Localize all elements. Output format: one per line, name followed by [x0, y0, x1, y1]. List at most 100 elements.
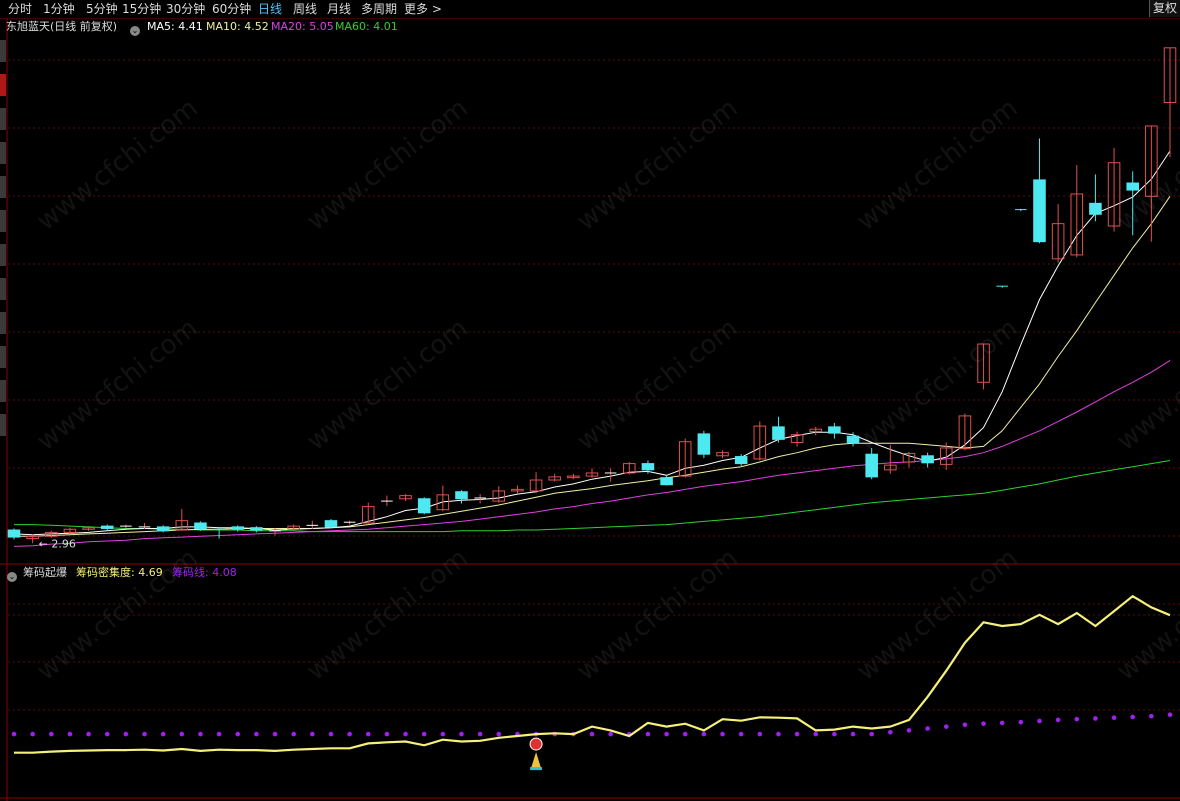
candle-body: [734, 456, 748, 465]
tab-2[interactable]: 5分钟: [86, 1, 118, 17]
chip-line-dot: [906, 728, 912, 733]
chip-line-dot: [1055, 717, 1061, 723]
chip-line-dot: [160, 731, 166, 737]
tab-8[interactable]: 月线: [327, 1, 351, 17]
chip-line-dot: [1111, 715, 1117, 720]
chip-line-dot: [291, 731, 296, 737]
chip-line-dot: [421, 731, 427, 737]
chip-line-dot: [67, 731, 73, 737]
stock-title: 东旭蓝天(日线 前复权): [6, 20, 118, 33]
chip-line-dot: [794, 731, 800, 737]
left-tab: [0, 176, 6, 198]
candle-body: [231, 526, 245, 530]
candle-body: [1126, 182, 1139, 191]
signal-badge-icon: [529, 737, 543, 751]
chip-line-dot: [403, 731, 408, 737]
chip-line-dot: [142, 731, 147, 737]
tab-6[interactable]: 日线: [258, 1, 282, 17]
candle-body: [417, 498, 431, 514]
ma5-label: MA5: 4.41: [147, 20, 203, 33]
chip-line-dot: [869, 731, 874, 737]
chip-line-dot: [347, 731, 352, 737]
left-tab: [0, 346, 6, 368]
chip-line-dot: [496, 731, 502, 737]
candle-body: [156, 526, 170, 532]
left-tab: [0, 108, 6, 130]
chip-line-dot: [384, 731, 390, 737]
period-toolbar: 分时 1分钟 5分钟 15分钟 30分钟 60分钟 日线 周线 月线 多周期 更多 >: [0, 0, 1180, 19]
ma10-line: [14, 196, 1171, 537]
candle-body: [1089, 202, 1102, 215]
chip-line-dot: [30, 731, 35, 737]
ma20-label: MA20: 5.05: [271, 20, 334, 33]
collapse-icon[interactable]: ⌄: [7, 568, 17, 584]
candle-body: [660, 477, 673, 486]
chip-line-dot: [664, 731, 669, 737]
tab-7[interactable]: 周线: [293, 1, 317, 17]
tab-5[interactable]: 60分钟: [212, 1, 251, 17]
chip-line-dot: [48, 731, 54, 737]
candle-body: [194, 522, 207, 529]
left-tab: [0, 414, 6, 436]
candle-body: [921, 455, 934, 464]
chip-line-dot: [104, 731, 110, 737]
chip-line-dot: [216, 731, 222, 737]
chip-line-dot: [888, 729, 893, 735]
candle-body: [7, 529, 21, 538]
chip-line-dot: [701, 731, 707, 737]
left-tab: [0, 278, 6, 300]
low-price-label: ← 2.96: [39, 537, 76, 550]
chip-line-dot: [440, 731, 446, 737]
chip-line-dot: [198, 731, 203, 737]
candle-body: [772, 426, 785, 440]
chip-line-dot: [608, 731, 613, 737]
chip-line-dot: [477, 731, 483, 737]
adjust-button[interactable]: 复权: [1148, 0, 1180, 17]
chip-line-dot: [925, 726, 930, 731]
rocket-icon: [531, 752, 542, 769]
tab-3[interactable]: 15分钟: [122, 1, 161, 17]
candle-body: [324, 520, 338, 528]
chip-line-dot: [757, 731, 763, 737]
indicator-title: 筹码起爆: [23, 566, 67, 579]
chip-line-dot: [254, 731, 259, 737]
candle-body: [641, 463, 655, 471]
ma10-label: MA10: 4.52: [206, 20, 269, 33]
chip-line-dot: [235, 731, 241, 737]
chip-line-dot: [310, 731, 315, 737]
chip-line-dot: [850, 731, 856, 737]
chip-line-dot: [272, 731, 278, 737]
chip-line-dot: [11, 731, 17, 737]
left-tab: [0, 244, 6, 266]
chip-line-dot: [1149, 713, 1154, 719]
chip-line-dot: [328, 731, 334, 737]
chip-line-dot: [832, 731, 837, 737]
chip-line-dot: [179, 731, 185, 737]
chip-line-dot: [813, 731, 819, 737]
left-tab: [0, 74, 6, 96]
chip-line-dot: [1167, 712, 1173, 718]
chip-line-dot: [1130, 714, 1136, 720]
left-tab: [0, 380, 6, 402]
tab-0[interactable]: 分时: [8, 1, 32, 17]
chip-line-dot: [459, 731, 464, 737]
candle-body: [1033, 179, 1046, 243]
candle-body: [250, 527, 263, 531]
chip-line-dot: [776, 731, 781, 737]
candle-body: [100, 525, 114, 529]
chip-line-dot: [738, 731, 744, 737]
tab-10[interactable]: 更多 >: [404, 1, 442, 17]
chip-line-dot: [720, 731, 725, 737]
candle-body: [455, 491, 468, 500]
chip-line-dot: [1018, 719, 1024, 725]
tab-1[interactable]: 1分钟: [43, 1, 75, 17]
left-tab: [0, 142, 6, 164]
chip-line-dot: [123, 731, 129, 737]
chip-line-dot: [682, 731, 688, 737]
tab-9[interactable]: 多周期: [361, 1, 397, 17]
chip-line-dot: [86, 731, 91, 737]
collapse-icon[interactable]: ⌄: [130, 22, 140, 38]
tab-4[interactable]: 30分钟: [166, 1, 205, 17]
left-tab: [0, 312, 6, 334]
chip-line-dot: [1093, 716, 1098, 721]
